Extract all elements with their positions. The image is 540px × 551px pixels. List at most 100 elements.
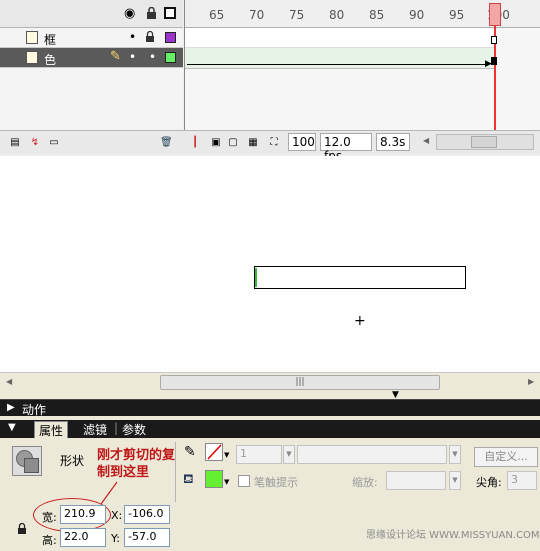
frame-row-tween[interactable] [185,48,495,69]
annotation-text: 刚才剪切的复制到这里 [97,448,176,480]
timeline-scrollbar[interactable] [436,134,534,150]
scroll-thumb[interactable]: ||| [160,375,440,390]
scroll-right-icon[interactable]: ▶ [528,377,534,386]
registration-crosshair-icon: + [354,313,366,329]
scale-label: 缩放: [352,476,378,489]
ruler-tick: 80 [329,8,345,22]
smoothing-checkbox[interactable] [238,475,250,487]
frame-ruler[interactable]: 65 70 75 80 85 90 95 100 [185,0,540,28]
shape-icon [12,446,42,476]
keyframe[interactable] [491,57,497,65]
current-frame-field[interactable]: 100 [288,133,316,151]
smoothing-label: 笔触提示 [254,476,298,489]
expand-arrow-icon: ▶ [7,402,15,413]
y-field[interactable]: -57.0 [124,528,170,547]
tab-properties[interactable]: 属性 [34,421,69,438]
x-label: X: [111,509,123,522]
insert-folder-icon[interactable]: ▭ [48,137,60,149]
width-label: 宽: [42,511,57,524]
frame-rate-field[interactable]: 12.0 fps [320,133,372,163]
rectangle-shape[interactable] [254,266,466,289]
y-label: Y: [111,532,120,545]
shape-label: 形状 [60,454,85,468]
scroll-left-icon[interactable]: ◀ [423,136,429,145]
layer-color-swatch[interactable] [165,32,176,43]
delete-layer-icon[interactable]: 🗑 [160,137,173,149]
collapse-arrow-icon[interactable]: ▼ [8,422,16,433]
tween-arrow [187,64,489,65]
stroke-color-swatch[interactable] [205,443,223,461]
ruler-tick: 85 [369,8,385,22]
pencil-icon: ✎ [184,444,196,460]
scale-select[interactable] [386,471,446,490]
modify-markers-icon[interactable]: ⛶ [268,137,280,149]
scroll-left-icon[interactable]: ◀ [6,377,12,386]
annotation-arrow [100,481,118,505]
lock-icon[interactable] [146,7,157,20]
scale-dropdown[interactable]: ▼ [449,471,461,490]
properties-tabbar: ▼ 属性 滤镜 | 参数 [0,420,540,438]
lock-icon[interactable] [17,523,27,535]
x-field[interactable]: -106.0 [124,505,170,524]
onion-outline-icon[interactable]: ▢ [227,137,239,149]
visibility-dot[interactable]: • [129,31,136,43]
frames-area[interactable]: 65 70 75 80 85 90 95 100 ▶ [184,0,540,130]
layer-row[interactable]: 框 • [0,28,183,48]
paint-bucket-icon: ⛾ [183,472,194,487]
edit-multiple-frames-icon[interactable]: ▦ [247,137,259,149]
pencil-icon: ✎ [110,49,121,64]
ruler-tick: 95 [449,8,465,22]
layer-color-swatch[interactable] [165,52,176,63]
stroke-style-select[interactable] [297,445,447,464]
corner-label: 尖角: [476,476,502,489]
center-frame-icon[interactable]: ┃ [189,137,201,149]
layer-name: 色 [44,53,57,67]
fill-color-swatch[interactable] [205,470,223,488]
height-field[interactable]: 22.0 [60,528,106,547]
stroke-style-dropdown[interactable]: ▼ [449,445,461,464]
stroke-size-dropdown[interactable]: ▼ [283,445,295,464]
frame-row[interactable] [185,28,495,48]
lock-dot[interactable]: • [149,51,156,63]
timeline-panel: ◉ 框 • 色 ✎ • • 65 70 75 80 85 90 95 ▶ ▤ ↯… [0,0,540,163]
stage[interactable]: + [0,156,540,372]
watermark: 思缘设计论坛 WWW.MISSYUAN.COM [366,530,540,541]
tab-filters[interactable]: 滤镜 [79,421,111,438]
visibility-dot[interactable]: • [129,51,136,63]
layer-header: ◉ [0,0,183,28]
playhead[interactable] [489,3,501,26]
keyframe-empty[interactable] [491,36,497,44]
layer-name: 框 [44,33,57,47]
insert-layer-icon[interactable]: ▤ [9,137,21,149]
width-field[interactable]: 210.9 [60,505,106,524]
motion-guide-icon[interactable]: ↯ [29,137,41,149]
dropdown-arrow-icon[interactable]: ▼ [224,451,229,459]
tab-parameters[interactable]: 参数 [118,421,150,438]
actions-title: 动作 [22,403,47,417]
properties-panel: 形状 刚才剪切的复制到这里 ✎ ▼ 1 ▼ ▼ 自定义... ⛾ ▼ 笔触提示 … [0,438,540,551]
eye-icon[interactable]: ◉ [124,6,135,21]
elapsed-time-field: 8.3s [376,133,410,151]
scroll-thumb[interactable] [471,136,497,148]
ruler-tick: 70 [249,8,265,22]
outline-icon[interactable] [164,7,176,19]
actions-panel-header[interactable]: ▶ 动作 [0,399,540,417]
ruler-tick: 90 [409,8,425,22]
layer-icon [26,31,38,44]
stage-scrollbar[interactable]: ◀ ||| ▶ [0,372,540,392]
ruler-tick: 75 [289,8,305,22]
ruler-tick: 65 [209,8,225,22]
stroke-size-field[interactable]: 1 [236,445,282,464]
timeline-footer: ▤ ↯ ▭ 🗑 ┃ ▣ ▢ ▦ ⛶ 100 12.0 fps 8.3s ◀ [0,130,540,163]
onion-skin-icon[interactable]: ▣ [210,137,222,149]
rectangle-fill-edge [255,268,257,287]
custom-button[interactable]: 自定义... [474,447,538,467]
layer-icon [26,51,38,64]
height-label: 高: [42,534,57,547]
dropdown-arrow-icon[interactable]: ▼ [224,478,229,486]
lock-icon[interactable] [145,31,155,42]
layer-row-selected[interactable]: 色 ✎ • • [0,48,183,68]
corner-field[interactable]: 3 [507,471,537,490]
layer-list: 框 • 色 ✎ • • [0,28,183,130]
divider [175,442,176,502]
